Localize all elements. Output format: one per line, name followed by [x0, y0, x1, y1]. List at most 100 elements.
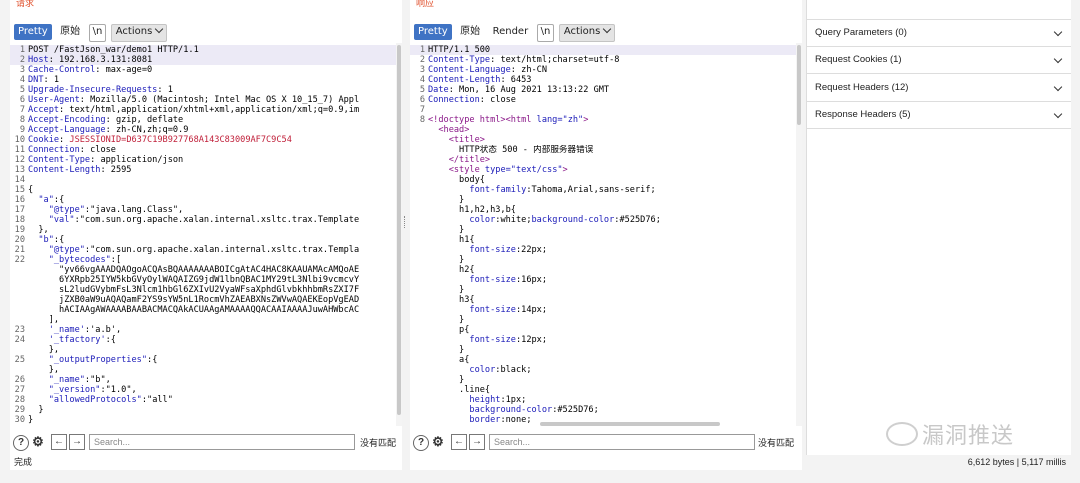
help-icon[interactable]: ?: [413, 435, 429, 451]
code-line: font-size:12px;: [410, 335, 796, 345]
response-search-input[interactable]: Search...: [489, 434, 755, 450]
arrow-left-icon[interactable]: ←: [451, 434, 467, 450]
response-tab-render[interactable]: Render: [489, 24, 533, 40]
line-number: 1: [19, 45, 25, 55]
code-token: border: [469, 415, 501, 425]
code-token: }: [428, 255, 465, 265]
code-line: 28 "allowedProtocols":"all": [10, 395, 396, 405]
line-number: 19: [14, 225, 25, 235]
code-token: Accept: [28, 105, 60, 115]
request-search-result: 没有匹配: [360, 439, 397, 449]
request-search-input[interactable]: Search...: [89, 434, 355, 450]
code-line: 17 "@type":"java.lang.Class",: [10, 205, 396, 215]
arrow-right-icon[interactable]: →: [469, 434, 485, 450]
response-actions-button[interactable]: Actions: [558, 24, 616, 42]
chevron-down-icon: [155, 24, 164, 34]
code-token: : close: [79, 145, 116, 155]
code-line: 6 Connection: close: [410, 95, 796, 105]
code-token: : 2595: [100, 165, 132, 175]
request-scrollbar[interactable]: [396, 43, 402, 426]
line-number: 27: [14, 385, 25, 395]
inspector-request-cookies[interactable]: Request Cookies (1): [807, 47, 1071, 74]
code-token: "zh": [562, 115, 584, 125]
gear-icon[interactable]: ⚙: [31, 435, 45, 449]
code-token: :14px;: [515, 305, 548, 315]
code-line: 1 POST /FastJson_war/demo1 HTTP/1.1: [10, 45, 396, 55]
request-tab-raw[interactable]: 原始: [56, 24, 84, 40]
request-header-strip: 请求: [10, 0, 402, 22]
code-line: color:black;: [410, 365, 796, 375]
code-token: Content-Type: [28, 155, 91, 165]
code-token: Content-Length: [28, 165, 101, 175]
code-line: 22 "_bytecodes":[: [10, 255, 396, 265]
code-line: }: [410, 315, 796, 325]
code-line: background-color:#525D76;: [410, 405, 796, 415]
arrow-left-icon[interactable]: ←: [51, 434, 67, 450]
code-line: "yv66vgAAADQAOgoACQAsBQAAAAAAABOICgAtAC4…: [10, 265, 396, 275]
line-number: 15: [14, 185, 25, 195]
pane-divider-handle[interactable]: [404, 216, 407, 228]
code-token: :{: [147, 355, 158, 365]
code-token: },: [28, 345, 60, 355]
code-line: 19 },: [10, 225, 396, 235]
line-number: 30: [14, 415, 25, 425]
response-newline-toggle[interactable]: \n: [536, 24, 555, 42]
code-token: }: [428, 195, 465, 205]
code-token: Host: [28, 55, 49, 65]
code-token: }: [428, 285, 465, 295]
request-actions-button[interactable]: Actions: [110, 24, 168, 42]
response-tab-raw[interactable]: 原始: [456, 24, 484, 40]
inspector-response-headers[interactable]: Response Headers (5): [807, 102, 1071, 129]
response-editor[interactable]: 1 HTTP/1.1 500 2 Content-Type: text/html;ch…: [410, 43, 802, 426]
code-token: :22px;: [515, 245, 548, 255]
code-line: }: [410, 375, 796, 385]
code-line: 3 Cache-Control: max-age=0: [10, 65, 396, 75]
line-number: 28: [14, 395, 25, 405]
code-line: 7: [410, 105, 796, 115]
code-line: }: [410, 345, 796, 355]
code-token: "_version": [48, 385, 101, 395]
line-number: 12: [14, 155, 25, 165]
help-icon[interactable]: ?: [13, 435, 29, 451]
code-token: : zh-CN: [510, 65, 548, 75]
line-number: 25: [14, 355, 25, 365]
code-token: <head>: [438, 125, 470, 135]
inspector-section-label: Query Parameters (0): [815, 27, 907, 38]
request-newline-toggle[interactable]: \n: [88, 24, 107, 42]
line-number: 29: [14, 405, 25, 415]
request-scroll-thumb[interactable]: [397, 45, 401, 415]
request-tab-pretty[interactable]: Pretty: [14, 24, 52, 40]
response-label: 响应: [416, 0, 435, 9]
arrow-right-icon[interactable]: →: [69, 434, 85, 450]
gear-icon[interactable]: ⚙: [431, 435, 445, 449]
code-token: :1px;: [500, 395, 527, 405]
code-token: color: [469, 215, 496, 225]
inspector-query-parameters[interactable]: Query Parameters (0): [807, 19, 1071, 47]
response-scroll-thumb[interactable]: [797, 45, 801, 125]
line-number: 1: [419, 45, 425, 55]
inspector-section-label: Request Headers (12): [815, 82, 909, 93]
line-number: 8: [419, 115, 425, 125]
code-token: :{: [105, 335, 116, 345]
code-token: :"b",: [84, 375, 111, 385]
code-token: font-size: [469, 335, 516, 345]
code-token: :'a.b',: [84, 325, 122, 335]
code-token: : Mon, 16 Aug 2021 13:13:22 GMT: [448, 85, 610, 95]
inspector-request-headers[interactable]: Request Headers (12): [807, 75, 1071, 102]
code-token: : Mozilla/5.0 (Macintosh; Intel Mac OS X…: [79, 95, 360, 105]
line-number: 2: [19, 55, 25, 65]
chevron-down-icon: [1053, 109, 1063, 119]
response-scrollbar[interactable]: [796, 43, 802, 426]
status-bar: 完成 6,612 bytes | 5,117 millis: [10, 455, 1070, 470]
code-line: 9 Accept-Language: zh-CN,zh;q=0.9: [10, 125, 396, 135]
line-number: 4: [419, 75, 425, 85]
request-editor[interactable]: 1 POST /FastJson_war/demo1 HTTP/1.1 2 Host:…: [10, 43, 402, 426]
code-line: }: [410, 285, 796, 295]
response-tab-pretty[interactable]: Pretty: [414, 24, 452, 40]
code-token: <title>: [448, 135, 485, 145]
code-token: },: [28, 365, 60, 375]
